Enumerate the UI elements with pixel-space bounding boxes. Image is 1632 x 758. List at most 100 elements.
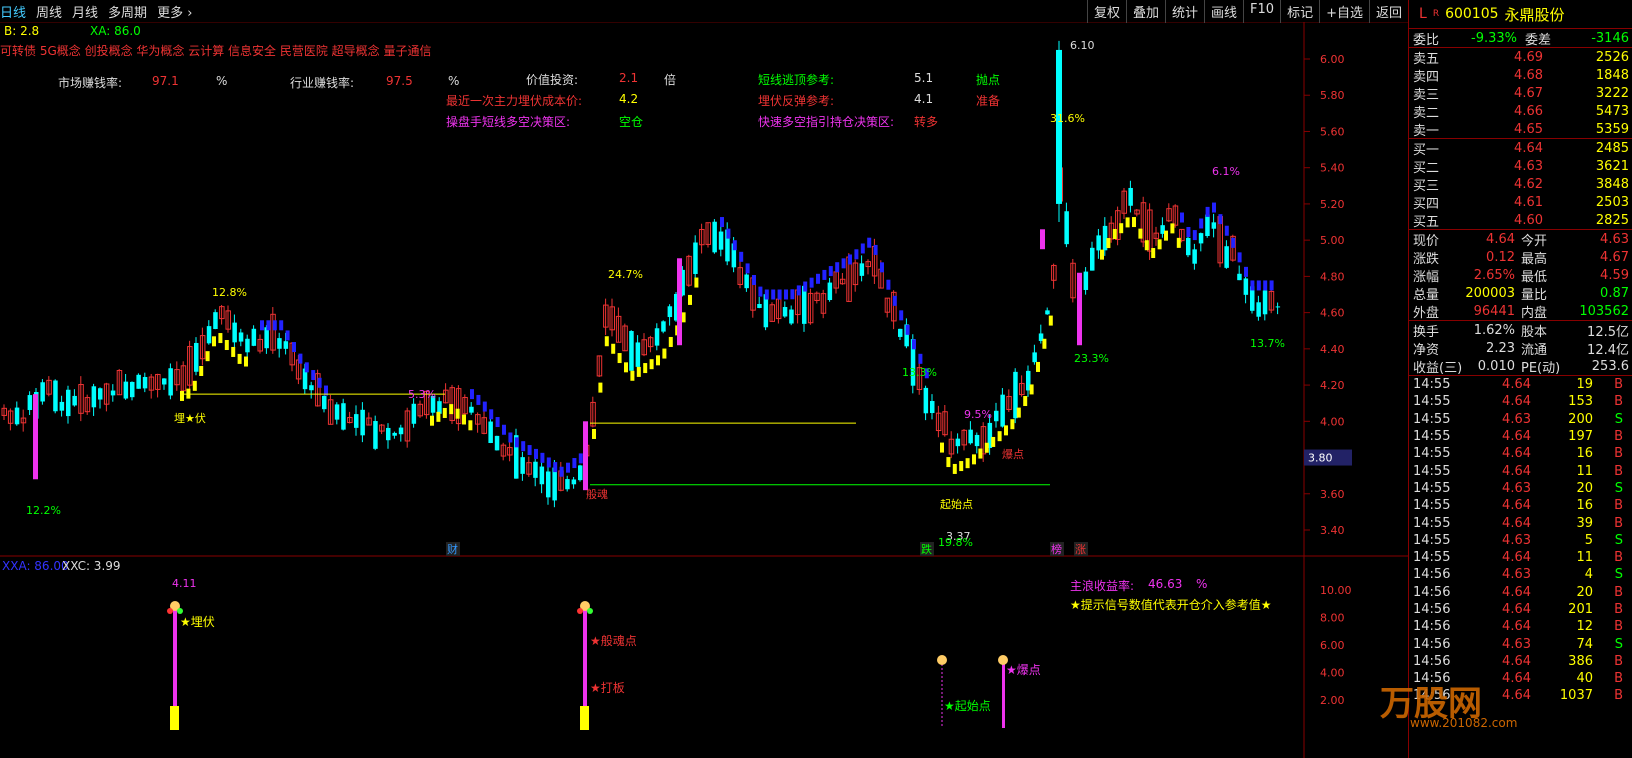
stat-value: 103562 — [1579, 303, 1629, 319]
event-marker[interactable]: 涨 — [1075, 543, 1086, 556]
candle-body — [66, 389, 71, 417]
trade-row: 14:55 4.63 200 S — [1409, 411, 1632, 428]
order-ratio-row: 委比 -9.33% 委差 -3146 — [1409, 29, 1632, 48]
trend-block — [1010, 419, 1015, 430]
trend-block — [436, 411, 441, 422]
trade-side: S — [1614, 411, 1623, 427]
candle-body — [923, 387, 929, 414]
candle-body — [238, 332, 244, 342]
ask-price: 4.65 — [1514, 121, 1543, 137]
trend-block — [636, 366, 641, 377]
sub-y-tick-label: 6.00 — [1320, 639, 1345, 652]
trade-row: 14:56 4.64 386 B — [1409, 653, 1632, 670]
trade-side: B — [1614, 394, 1623, 410]
candle-body — [898, 328, 903, 337]
trend-block — [1180, 212, 1184, 223]
stat-label: 净资 — [1413, 342, 1440, 358]
trend-block — [1237, 252, 1242, 263]
signal-bar — [677, 258, 682, 346]
sub-y-tick-label: 10.00 — [1320, 584, 1352, 597]
candle-body — [1128, 187, 1133, 206]
candle-body — [322, 395, 327, 410]
trade-volume: 153 — [1568, 394, 1593, 410]
ambush-label: 埋伏反弹参考: — [758, 94, 835, 108]
candle-body — [354, 414, 359, 428]
y-tick-label: 4.00 — [1320, 415, 1345, 428]
candle-body — [53, 380, 58, 412]
trade-price: 4.63 — [1502, 636, 1531, 652]
trade-price: 4.64 — [1502, 394, 1531, 410]
stat-value: 200003 — [1465, 285, 1515, 301]
fast-value: 转多 — [914, 115, 939, 129]
trend-block — [266, 320, 271, 331]
event-marker[interactable]: 财 — [447, 542, 458, 556]
strategy-label: 操盘手短线多空决策区: — [446, 115, 571, 129]
trend-block — [260, 320, 264, 331]
y-tick-label: 5.60 — [1320, 125, 1345, 138]
y-tick-label: 4.60 — [1320, 307, 1345, 320]
trade-volume: 16 — [1576, 446, 1593, 462]
trade-side: B — [1614, 498, 1623, 514]
candle-body — [136, 374, 141, 389]
candle-body — [373, 421, 378, 449]
trade-side: B — [1614, 671, 1623, 687]
trade-time: 14:55 — [1413, 377, 1451, 393]
trend-block — [476, 394, 481, 405]
stat-label: 总量 — [1413, 287, 1440, 303]
trade-price: 4.64 — [1502, 498, 1531, 514]
trend-block — [1004, 425, 1008, 436]
candle-body — [546, 471, 551, 498]
trend-block — [1218, 214, 1223, 225]
bid-label: 买三 — [1413, 178, 1440, 194]
trade-row: 14:55 4.63 20 S — [1409, 480, 1632, 497]
stat-label: 换手 — [1413, 324, 1440, 340]
stock-name[interactable]: 永鼎股份 — [1505, 4, 1565, 25]
candle-body — [123, 381, 129, 399]
trend-block — [1256, 280, 1261, 291]
trend-block — [790, 289, 795, 300]
stat-label: 今开 — [1521, 233, 1548, 249]
trade-volume: 386 — [1568, 653, 1593, 669]
ask-volume: 3222 — [1595, 85, 1629, 101]
bid-book: 买一 4.64 2485 买二 4.63 3621 买三 4.62 3848 买四 4.61 2503… — [1409, 139, 1632, 230]
trend-block — [508, 432, 513, 443]
sub-y-tick-label: 2.00 — [1320, 694, 1345, 707]
candle-body — [712, 221, 717, 253]
trade-row: 14:55 4.64 19 B — [1409, 376, 1632, 393]
candle-body — [1224, 246, 1229, 268]
event-marker[interactable]: 榜 — [1051, 542, 1062, 556]
candle-body — [974, 434, 980, 447]
sub-signal-label: ★般魂点 — [590, 633, 637, 648]
bid-row: 买二 4.63 3621 — [1409, 157, 1632, 176]
trend-block — [540, 452, 545, 463]
candle-body — [206, 326, 212, 344]
candle-body — [533, 461, 538, 478]
bid-row: 买四 4.61 2503 — [1409, 193, 1632, 212]
kline-chart[interactable]: 6.00 5.80 5.60 5.40 5.20 5.00 4.80 4.60 4.40 4.20… — [0, 0, 1408, 758]
ask-price: 4.67 — [1514, 85, 1543, 101]
main-return-value: 46.63 — [1148, 577, 1183, 591]
event-marker[interactable]: 跌 — [921, 542, 932, 556]
bid-volume: 3848 — [1595, 176, 1629, 192]
sub-signal-label: ★埋伏 — [180, 615, 215, 629]
candle-body — [1256, 302, 1261, 317]
trade-side: S — [1614, 532, 1623, 548]
market-rate-value: 97.1 — [152, 74, 179, 88]
trend-block — [758, 286, 763, 297]
ask-label: 卖三 — [1413, 87, 1440, 103]
ask-label: 卖一 — [1413, 123, 1440, 139]
trend-block — [991, 436, 996, 447]
trade-price: 4.64 — [1502, 602, 1531, 617]
trend-block — [796, 285, 801, 296]
trade-volume: 12 — [1576, 619, 1593, 635]
trend-block — [1244, 266, 1248, 277]
trend-block — [720, 217, 724, 228]
tick-trades[interactable]: 14:55 4.64 19 B 14:55 4.64 153 B 14:55 4.63 200 S 14… — [1409, 376, 1632, 705]
sub-signal-dot — [587, 608, 593, 614]
trade-time: 14:56 — [1413, 584, 1451, 600]
trend-block — [534, 448, 538, 459]
y-tick-label: 5.00 — [1320, 234, 1345, 247]
candle-body — [1262, 290, 1268, 315]
trend-block — [1132, 217, 1136, 228]
trend-block — [285, 330, 290, 341]
